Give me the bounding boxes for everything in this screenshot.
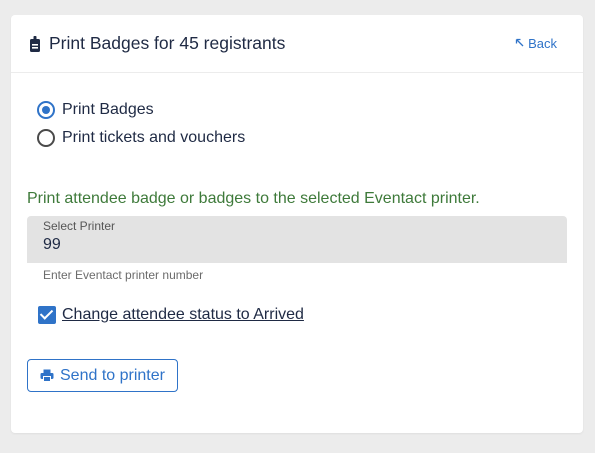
radio-print-badges[interactable]: Print Badges [27,96,567,124]
page-title: Print Badges for 45 registrants [49,33,286,53]
printer-field-helper: Enter Eventact printer number [43,268,204,282]
print-description: Print attendee badge or badges to the se… [27,190,480,207]
radio-unselected-icon[interactable] [37,129,55,147]
send-button-label: Send to printer [60,366,165,384]
status-checkbox-row[interactable]: Change attendee status to Arrived [38,306,567,324]
radio-print-tickets[interactable]: Print tickets and vouchers [27,124,567,152]
print-badges-card: Print Badges for 45 registrants Back Pri… [11,15,583,433]
card-header: Print Badges for 45 registrants Back [11,15,583,73]
status-checkbox-label[interactable]: Change attendee status to Arrived [62,306,304,324]
printer-field-value[interactable]: 99 [43,236,551,254]
send-to-printer-button[interactable]: Send to printer [27,359,178,392]
radio-print-badges-label: Print Badges [62,101,154,118]
printer-field-label: Select Printer [43,219,116,233]
printer-icon [40,369,54,382]
radio-print-tickets-label: Print tickets and vouchers [62,129,246,146]
radio-selected-icon[interactable] [37,101,55,119]
checkbox-checked-icon[interactable] [38,306,56,324]
printer-number-field[interactable]: Select Printer 99 [27,216,567,263]
back-link[interactable]: Back [515,36,557,51]
back-label: Back [528,36,557,51]
arrow-up-left-icon [515,38,524,50]
badge-icon [29,35,41,52]
